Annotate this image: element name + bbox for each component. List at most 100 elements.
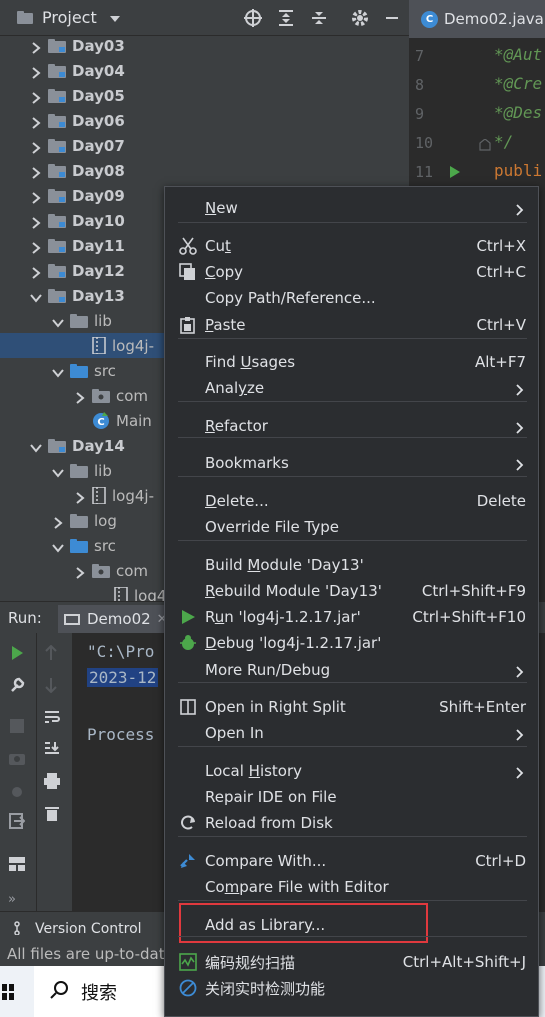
run-gutter-icon[interactable] [449,165,461,183]
wrench-icon[interactable] [9,677,25,697]
chevron-right-icon[interactable] [30,115,42,129]
bug-settings-icon[interactable] [9,783,25,803]
menu-item-label: Compare With... [205,852,327,870]
chevron-right-icon[interactable] [30,240,42,254]
chevron-down-icon[interactable] [30,440,42,453]
menu-item-paste[interactable]: Paste Ctrl+V [165,312,538,338]
stop-icon[interactable] [10,719,24,737]
menu-item-add-as-library[interactable]: Add as Library... [165,903,538,943]
chevron-down-icon[interactable] [52,465,64,478]
chevron-right-icon[interactable] [74,490,86,504]
hide-panel-icon[interactable] [381,7,403,29]
locate-icon[interactable] [242,7,264,29]
menu-item-local-history[interactable]: Local History [165,758,538,784]
soft-wrap-icon[interactable] [44,710,60,728]
jar-icon [114,587,128,601]
rerun-icon[interactable] [9,645,25,665]
line-number: 10 [415,134,434,152]
menu-item-refactor[interactable]: Refactor [165,413,538,439]
menu-item-debug-log4j-1-2-17-jar[interactable]: Debug 'log4j-1.2.17.jar' [165,630,538,656]
menu-item-run-log4j-1-2-17-jar[interactable]: Run 'log4j-1.2.17.jar' Ctrl+Shift+F10 [165,604,538,630]
menu-item-delete[interactable]: Delete... Delete [165,488,538,514]
menu-item-item-25[interactable]: 关闭实时检测功能 [165,975,538,1001]
expand-all-icon[interactable] [275,7,297,29]
menu-item-item-24[interactable]: 编码规约扫描 Ctrl+Alt+Shift+J [165,949,538,975]
tree-row[interactable]: Day04 [0,58,409,83]
menu-item-open-in[interactable]: Open In [165,720,538,746]
project-panel-title[interactable]: Project [42,8,97,27]
chevron-down-icon[interactable] [52,540,64,553]
menu-item-shortcut: Shift+Enter [439,698,526,716]
layout-icon[interactable] [9,857,25,875]
chevron-right-icon[interactable] [30,140,42,154]
chevron-down-icon[interactable] [52,315,64,328]
menu-item-label: Build Module 'Day13' [205,556,364,574]
chevron-down-icon[interactable] [109,9,121,27]
gear-icon[interactable] [349,7,371,29]
chevron-right-icon[interactable] [74,565,86,579]
menu-item-label: Analyze [205,379,265,397]
menu-item-compare-file-with-editor[interactable]: Compare File with Editor [165,874,538,900]
more-tools-icon[interactable]: » [8,892,16,907]
trash-icon[interactable] [45,805,59,825]
menu-item-build-module-day13[interactable]: Build Module 'Day13' [165,552,538,578]
menu-item-copy-path-reference[interactable]: Copy Path/Reference... [165,285,538,311]
menu-item-rebuild-module-day13[interactable]: Rebuild Module 'Day13' Ctrl+Shift+F9 [165,578,538,604]
menu-item-compare-with[interactable]: Compare With... Ctrl+D [165,848,538,874]
menu-item-override-file-type[interactable]: Override File Type [165,514,538,540]
taskbar-search-box[interactable]: 搜索 [34,966,165,1017]
menu-item-reload-from-disk[interactable]: Reload from Disk [165,810,538,836]
chevron-right-icon[interactable] [30,215,42,229]
tree-row-label: src [94,536,116,555]
chevron-right-icon[interactable] [30,190,42,204]
menu-item-label: Copy Path/Reference... [205,289,376,307]
menu-item-find-usages[interactable]: Find Usages Alt+F7 [165,349,538,375]
arrow-up-icon[interactable] [44,644,58,665]
chevron-right-icon[interactable] [30,90,42,104]
menu-item-copy[interactable]: Copy Ctrl+C [165,259,538,285]
disable-icon [179,979,197,997]
menu-item-open-in-right-split[interactable]: Open in Right Split Shift+Enter [165,694,538,720]
search-icon [49,980,69,1004]
chevron-down-icon[interactable] [30,290,42,303]
menu-item-analyze[interactable]: Analyze [165,375,538,401]
menu-item-label: Repair IDE on File [205,788,337,806]
menu-item-label: Copy [205,263,244,281]
tree-row-label: com [116,561,149,580]
fold-icon[interactable] [479,137,491,155]
menu-item-more-run-debug[interactable]: More Run/Debug [165,657,538,683]
collapse-all-icon[interactable] [308,7,330,29]
arrow-down-icon[interactable] [44,677,58,697]
menu-item-label: More Run/Debug [205,661,331,679]
print-icon[interactable] [44,773,60,793]
menu-item-bookmarks[interactable]: Bookmarks [165,450,538,476]
tree-row[interactable]: Day07 [0,133,409,158]
tree-row[interactable]: Day08 [0,158,409,183]
windows-start-icon[interactable] [2,984,14,1004]
chevron-right-icon[interactable] [30,165,42,179]
tree-row-label: Day04 [72,61,125,80]
exit-icon[interactable] [9,813,26,833]
chevron-down-icon[interactable] [52,365,64,378]
menu-item-new[interactable]: New [165,195,538,221]
tree-row[interactable]: Day03 [0,36,409,58]
editor-tab[interactable]: C Demo02.java [409,0,545,38]
tree-row[interactable]: Day05 [0,83,409,108]
chevron-right-icon[interactable] [30,265,42,279]
module-folder-icon [48,138,66,153]
menu-item-shortcut: Ctrl+D [475,852,526,870]
tree-row[interactable]: Day06 [0,108,409,133]
chevron-right-icon[interactable] [30,40,42,54]
tree-row-label: Day07 [72,136,125,155]
camera-icon[interactable] [9,751,25,769]
menu-item-cut[interactable]: Cut Ctrl+X [165,233,538,259]
scroll-to-end-icon[interactable] [44,741,60,761]
chevron-right-icon[interactable] [74,390,86,404]
run-tab[interactable]: Demo02 ✕ [58,605,172,633]
chevron-right-icon[interactable] [52,515,64,529]
version-control-tab[interactable]: Version Control [35,921,142,937]
menu-item-repair-ide-on-file[interactable]: Repair IDE on File [165,784,538,810]
menu-item-shortcut: Ctrl+V [476,316,526,334]
chevron-right-icon[interactable] [30,65,42,79]
module-folder-icon [48,213,66,228]
